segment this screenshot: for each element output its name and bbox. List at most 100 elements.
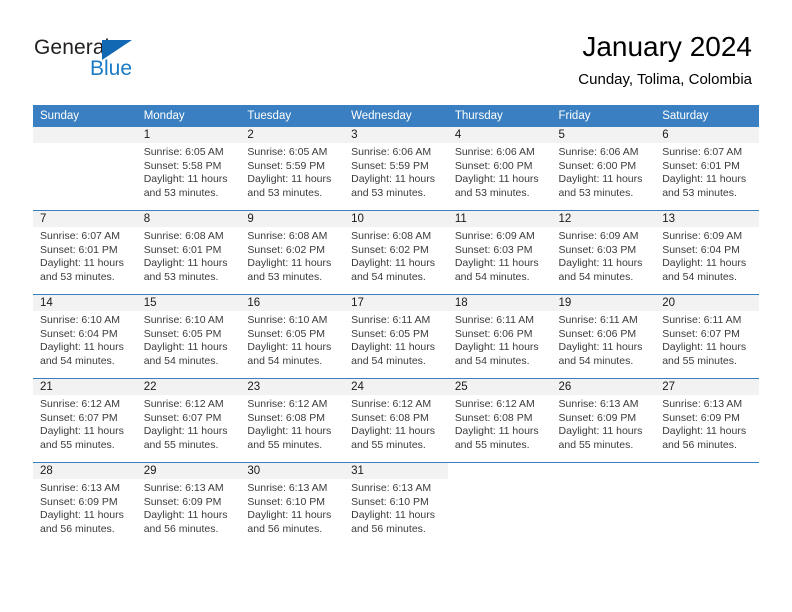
day-details: Sunrise: 6:10 AM Sunset: 6:05 PM Daylight:… — [240, 311, 344, 368]
day-details: Sunrise: 6:13 AM Sunset: 6:09 PM Daylight:… — [655, 395, 759, 452]
day-details: Sunrise: 6:06 AM Sunset: 5:59 PM Daylight:… — [344, 143, 448, 200]
sunrise-text: Sunrise: 6:13 AM — [40, 482, 120, 494]
sunset-text: Sunset: 6:01 PM — [662, 159, 740, 172]
calendar-cell-inner: 25 Sunrise: 6:12 AM Sunset: 6:08 PM Dayligh… — [447, 379, 552, 462]
calendar-empty-cell — [447, 462, 552, 546]
calendar-day-cell[interactable]: 23 Sunrise: 6:12 AM Sunset: 6:08 PM Dayligh… — [240, 378, 345, 463]
calendar-day-cell[interactable]: 27 Sunrise: 6:13 AM Sunset: 6:09 PM Dayligh… — [655, 378, 759, 463]
calendar-cell-inner: 2 Sunrise: 6:05 AM Sunset: 5:59 PM Daylight… — [240, 127, 345, 210]
calendar-cell-inner — [551, 463, 656, 546]
sunrise-text: Sunrise: 6:08 AM — [143, 230, 224, 242]
calendar-day-cell[interactable]: 4 Sunrise: 6:06 AM Sunset: 6:00 PM Daylight… — [447, 127, 552, 211]
calendar-day-cell[interactable]: 21 Sunrise: 6:12 AM Sunset: 6:07 PM Dayligh… — [33, 378, 137, 463]
calendar-day-cell[interactable]: 14 Sunrise: 6:10 AM Sunset: 6:04 PM Dayligh… — [33, 294, 137, 379]
day-number: 11 — [447, 211, 552, 227]
day-details: Sunrise: 6:12 AM Sunset: 6:08 PM Daylight:… — [344, 395, 448, 452]
day-number: 16 — [240, 295, 345, 311]
day-number: 18 — [447, 295, 552, 311]
calendar-day-cell[interactable]: 2 Sunrise: 6:05 AM Sunset: 5:59 PM Daylight… — [240, 127, 345, 211]
calendar-day-cell[interactable]: 25 Sunrise: 6:12 AM Sunset: 6:08 PM Dayligh… — [447, 378, 552, 463]
day-number: 13 — [655, 211, 759, 227]
calendar-day-cell[interactable]: 19 Sunrise: 6:11 AM Sunset: 6:06 PM Dayligh… — [551, 294, 656, 379]
day-details: Sunrise: 6:13 AM Sunset: 6:09 PM Daylight:… — [137, 479, 241, 536]
calendar-day-cell[interactable]: 15 Sunrise: 6:10 AM Sunset: 6:05 PM Dayligh… — [136, 294, 241, 379]
calendar-day-cell[interactable]: 30 Sunrise: 6:13 AM Sunset: 6:10 PM Dayligh… — [240, 462, 345, 546]
sunrise-text: Sunrise: 6:09 AM — [662, 230, 743, 242]
day-details: Sunrise: 6:11 AM Sunset: 6:06 PM Daylight:… — [448, 311, 552, 368]
calendar-day-cell[interactable]: 16 Sunrise: 6:10 AM Sunset: 6:05 PM Dayligh… — [240, 294, 345, 379]
sunrise-text: Sunrise: 6:13 AM — [247, 482, 328, 494]
day-number: 17 — [344, 295, 448, 311]
calendar-day-cell[interactable]: 7 Sunrise: 6:07 AM Sunset: 6:01 PM Daylight… — [33, 210, 137, 295]
calendar-day-cell[interactable]: 31 Sunrise: 6:13 AM Sunset: 6:10 PM Dayligh… — [344, 462, 448, 546]
sunrise-text: Sunrise: 6:13 AM — [558, 398, 639, 410]
day-number: 26 — [551, 379, 656, 395]
sunset-text: Sunset: 5:59 PM — [247, 159, 326, 172]
daylight-text: Daylight: 11 hours — [351, 425, 435, 438]
sunrise-text: Sunrise: 6:12 AM — [454, 398, 535, 410]
day-number: 22 — [136, 379, 241, 395]
calendar-day-cell[interactable]: 9 Sunrise: 6:08 AM Sunset: 6:02 PM Daylight… — [240, 210, 345, 295]
calendar-day-cell[interactable]: 8 Sunrise: 6:08 AM Sunset: 6:01 PM Daylight… — [136, 210, 241, 295]
calendar-day-cell[interactable]: 6 Sunrise: 6:07 AM Sunset: 6:01 PM Daylight… — [655, 127, 759, 211]
day-number: 3 — [344, 127, 448, 143]
sunset-text: Sunset: 6:08 PM — [454, 411, 533, 424]
calendar-cell-inner: 29 Sunrise: 6:13 AM Sunset: 6:09 PM Dayligh… — [136, 463, 241, 546]
daylight-text-cont: and 54 minutes. — [454, 354, 530, 367]
daylight-text-cont: and 54 minutes. — [351, 270, 426, 283]
calendar-day-cell[interactable]: 1 Sunrise: 6:05 AM Sunset: 5:58 PM Daylight… — [136, 127, 241, 211]
daylight-text-cont: and 54 minutes. — [40, 354, 115, 367]
sunrise-text: Sunrise: 6:11 AM — [662, 314, 742, 326]
calendar-day-cell[interactable]: 28 Sunrise: 6:13 AM Sunset: 6:09 PM Dayligh… — [33, 462, 137, 546]
sunset-text: Sunset: 6:07 PM — [143, 411, 222, 424]
sunset-text: Sunset: 6:05 PM — [247, 327, 326, 340]
calendar-day-cell[interactable]: 3 Sunrise: 6:06 AM Sunset: 5:59 PM Daylight… — [344, 127, 448, 211]
calendar-cell-inner: 6 Sunrise: 6:07 AM Sunset: 6:01 PM Daylight… — [655, 127, 759, 210]
calendar-grid: Sunday Monday Tuesday Wednesday Thursday… — [33, 105, 759, 546]
calendar-day-cell[interactable]: 10 Sunrise: 6:08 AM Sunset: 6:02 PM Dayligh… — [344, 210, 448, 295]
daylight-text: Daylight: 11 hours — [351, 509, 435, 522]
day-details: Sunrise: 6:06 AM Sunset: 6:00 PM Daylight:… — [448, 143, 552, 200]
calendar-cell-inner: 16 Sunrise: 6:10 AM Sunset: 6:05 PM Dayligh… — [240, 295, 345, 378]
daylight-text-cont: and 53 minutes. — [40, 270, 115, 283]
day-details: Sunrise: 6:08 AM Sunset: 6:02 PM Daylight:… — [344, 227, 448, 284]
calendar-day-cell[interactable]: 17 Sunrise: 6:11 AM Sunset: 6:05 PM Dayligh… — [344, 294, 448, 379]
logo-text-blue: Blue — [90, 57, 133, 80]
sunset-text: Sunset: 6:07 PM — [662, 327, 740, 340]
calendar-cell-inner: 3 Sunrise: 6:06 AM Sunset: 5:59 PM Daylight… — [344, 127, 448, 210]
sunset-text: Sunset: 6:07 PM — [40, 411, 118, 424]
daylight-text-cont: and 53 minutes. — [143, 270, 219, 283]
calendar-cell-inner: 18 Sunrise: 6:11 AM Sunset: 6:06 PM Dayligh… — [447, 295, 552, 378]
calendar-week-row: 21 Sunrise: 6:12 AM Sunset: 6:07 PM Dayligh… — [33, 378, 759, 463]
daylight-text-cont: and 56 minutes. — [143, 522, 219, 535]
calendar-day-cell[interactable]: 26 Sunrise: 6:13 AM Sunset: 6:09 PM Dayligh… — [551, 378, 656, 463]
sunrise-text: Sunrise: 6:08 AM — [247, 230, 328, 242]
weekday-header-tuesday: Tuesday — [240, 105, 345, 127]
calendar-day-cell[interactable]: 13 Sunrise: 6:09 AM Sunset: 6:04 PM Dayligh… — [655, 210, 759, 295]
daylight-text: Daylight: 11 hours — [558, 341, 643, 354]
daylight-text: Daylight: 11 hours — [662, 173, 747, 186]
sunset-text: Sunset: 6:02 PM — [247, 243, 326, 256]
sunset-text: Sunset: 6:04 PM — [40, 327, 118, 340]
calendar-week-row: 28 Sunrise: 6:13 AM Sunset: 6:09 PM Dayligh… — [33, 462, 759, 546]
calendar-day-cell[interactable]: 11 Sunrise: 6:09 AM Sunset: 6:03 PM Dayligh… — [447, 210, 552, 295]
calendar-day-cell[interactable]: 20 Sunrise: 6:11 AM Sunset: 6:07 PM Dayligh… — [655, 294, 759, 379]
calendar-day-cell[interactable]: 22 Sunrise: 6:12 AM Sunset: 6:07 PM Dayligh… — [136, 378, 241, 463]
calendar-day-cell[interactable]: 29 Sunrise: 6:13 AM Sunset: 6:09 PM Dayligh… — [136, 462, 241, 546]
sunrise-text: Sunrise: 6:12 AM — [351, 398, 432, 410]
calendar-day-cell[interactable]: 5 Sunrise: 6:06 AM Sunset: 6:00 PM Daylight… — [551, 127, 656, 211]
calendar-day-cell[interactable]: 24 Sunrise: 6:12 AM Sunset: 6:08 PM Dayligh… — [344, 378, 448, 463]
calendar-cell-inner: 1 Sunrise: 6:05 AM Sunset: 5:58 PM Daylight… — [136, 127, 241, 210]
calendar-cell-inner — [655, 463, 759, 546]
weekday-header-row: Sunday Monday Tuesday Wednesday Thursday… — [33, 105, 759, 127]
daylight-text-cont: and 53 minutes. — [247, 270, 323, 283]
calendar-page: General Blue January 2024 Cunday, Tolima… — [0, 0, 792, 612]
daylight-text: Daylight: 11 hours — [143, 341, 228, 354]
calendar-cell-inner: 28 Sunrise: 6:13 AM Sunset: 6:09 PM Dayligh… — [33, 463, 137, 546]
calendar-day-cell[interactable]: 12 Sunrise: 6:09 AM Sunset: 6:03 PM Dayligh… — [551, 210, 656, 295]
sunrise-text: Sunrise: 6:09 AM — [454, 230, 535, 242]
title-block: January 2024 Cunday, Tolima, Colombia — [578, 30, 752, 90]
calendar-day-cell[interactable]: 18 Sunrise: 6:11 AM Sunset: 6:06 PM Dayligh… — [447, 294, 552, 379]
sunset-text: Sunset: 6:05 PM — [351, 327, 429, 340]
weekday-header-friday: Friday — [551, 105, 656, 127]
